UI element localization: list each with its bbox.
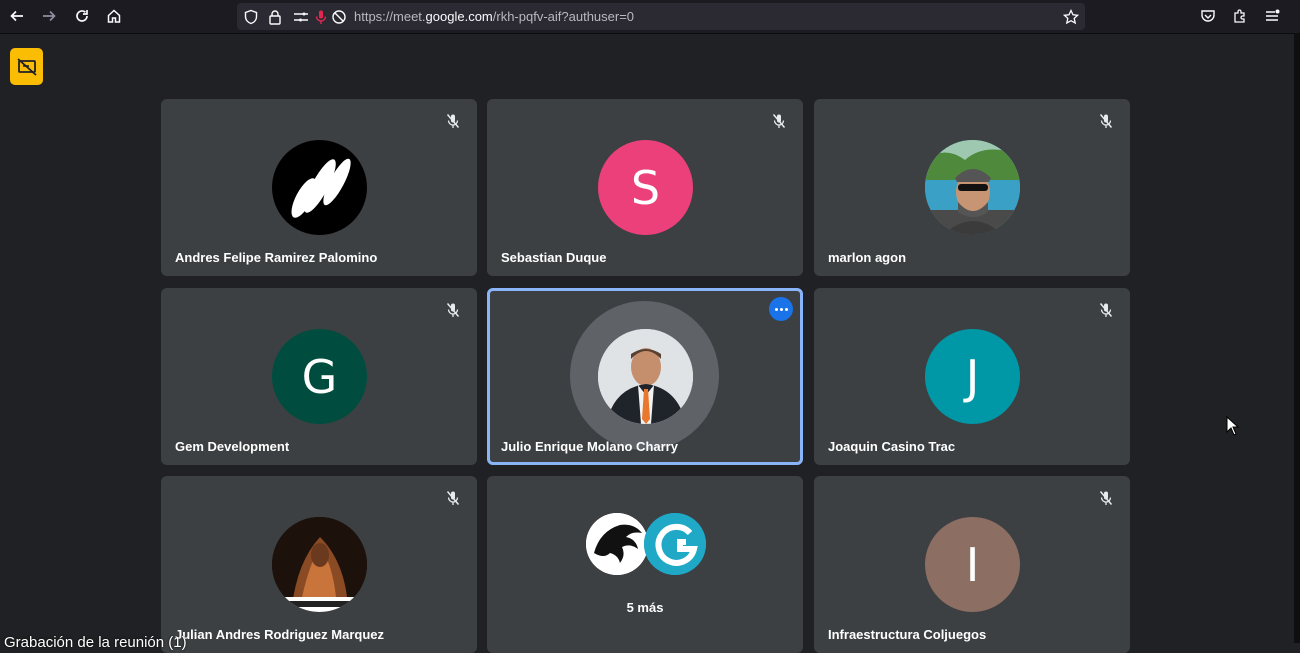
pocket-icon[interactable]	[1196, 5, 1220, 27]
participant-name: Julio Enrique Molano Charry	[501, 439, 678, 454]
menu-icon[interactable]	[1260, 5, 1284, 27]
mic-off-icon	[1096, 488, 1116, 508]
avatar-initial: I	[925, 517, 1020, 612]
permissions-icon[interactable]	[293, 9, 309, 25]
url-text[interactable]: https://meet.google.com/rkh-pqfv-aif?aut…	[354, 9, 634, 24]
lock-icon[interactable]	[267, 9, 283, 25]
participant-tile[interactable]: I Infraestructura Coljuegos	[814, 476, 1130, 653]
avatar-logo	[272, 140, 367, 235]
participant-name: Joaquin Casino Trac	[828, 439, 956, 454]
participant-name: Julian Andres Rodriguez Marquez	[175, 627, 384, 642]
mic-off-icon	[443, 488, 463, 508]
more-participants-label: 5 más	[626, 600, 664, 615]
participant-name: Sebastian Duque	[501, 250, 607, 265]
participant-name: marlon agon	[828, 250, 907, 265]
camera-blocked-icon[interactable]	[331, 9, 347, 25]
participant-tile[interactable]: marlon agon	[814, 99, 1130, 276]
avatar-photo	[272, 517, 367, 612]
back-icon[interactable]	[5, 5, 29, 27]
mic-off-icon	[443, 111, 463, 131]
forward-icon[interactable]	[37, 5, 61, 27]
mic-off-icon	[1096, 300, 1116, 320]
more-participants-tile[interactable]: 5 más	[487, 476, 803, 653]
participant-name: Andres Felipe Ramirez Palomino	[175, 250, 378, 265]
participant-tile[interactable]: Julian Andres Rodriguez Marquez	[161, 476, 477, 653]
extensions-icon[interactable]	[1228, 5, 1252, 27]
browser-toolbar: https://meet.google.com/rkh-pqfv-aif?aut…	[0, 0, 1300, 34]
bookmark-star-icon[interactable]	[1063, 9, 1079, 25]
avatar-photo	[598, 329, 693, 424]
participant-tile[interactable]: S Sebastian Duque	[487, 99, 803, 276]
avatar-initial: S	[598, 140, 693, 235]
avatar-logo	[644, 513, 706, 575]
avatar-logo	[586, 513, 648, 575]
home-icon[interactable]	[102, 5, 126, 27]
mic-off-icon	[443, 300, 463, 320]
shield-icon[interactable]	[243, 9, 259, 25]
participant-tile[interactable]: J Joaquin Casino Trac	[814, 288, 1130, 465]
microphone-icon[interactable]	[313, 9, 329, 25]
avatar-initial: J	[925, 329, 1020, 424]
avatar-photo	[925, 140, 1020, 235]
participant-tile[interactable]: Andres Felipe Ramirez Palomino	[161, 99, 477, 276]
participant-name: Infraestructura Coljuegos	[828, 627, 987, 642]
more-options-button[interactable]	[769, 297, 793, 321]
mic-off-icon	[1096, 111, 1116, 131]
participant-tile-speaking[interactable]: Julio Enrique Molano Charry	[487, 288, 803, 465]
avatar-initial: G	[272, 329, 367, 424]
reload-icon[interactable]	[70, 5, 94, 27]
participant-name: Gem Development	[175, 439, 290, 454]
url-bar[interactable]: https://meet.google.com/rkh-pqfv-aif?aut…	[237, 3, 1085, 30]
participant-tile[interactable]: G Gem Development	[161, 288, 477, 465]
mic-off-icon	[769, 111, 789, 131]
presentation-icon[interactable]	[10, 48, 43, 85]
mouse-cursor-icon	[1226, 416, 1240, 436]
window-edge	[1294, 33, 1300, 643]
